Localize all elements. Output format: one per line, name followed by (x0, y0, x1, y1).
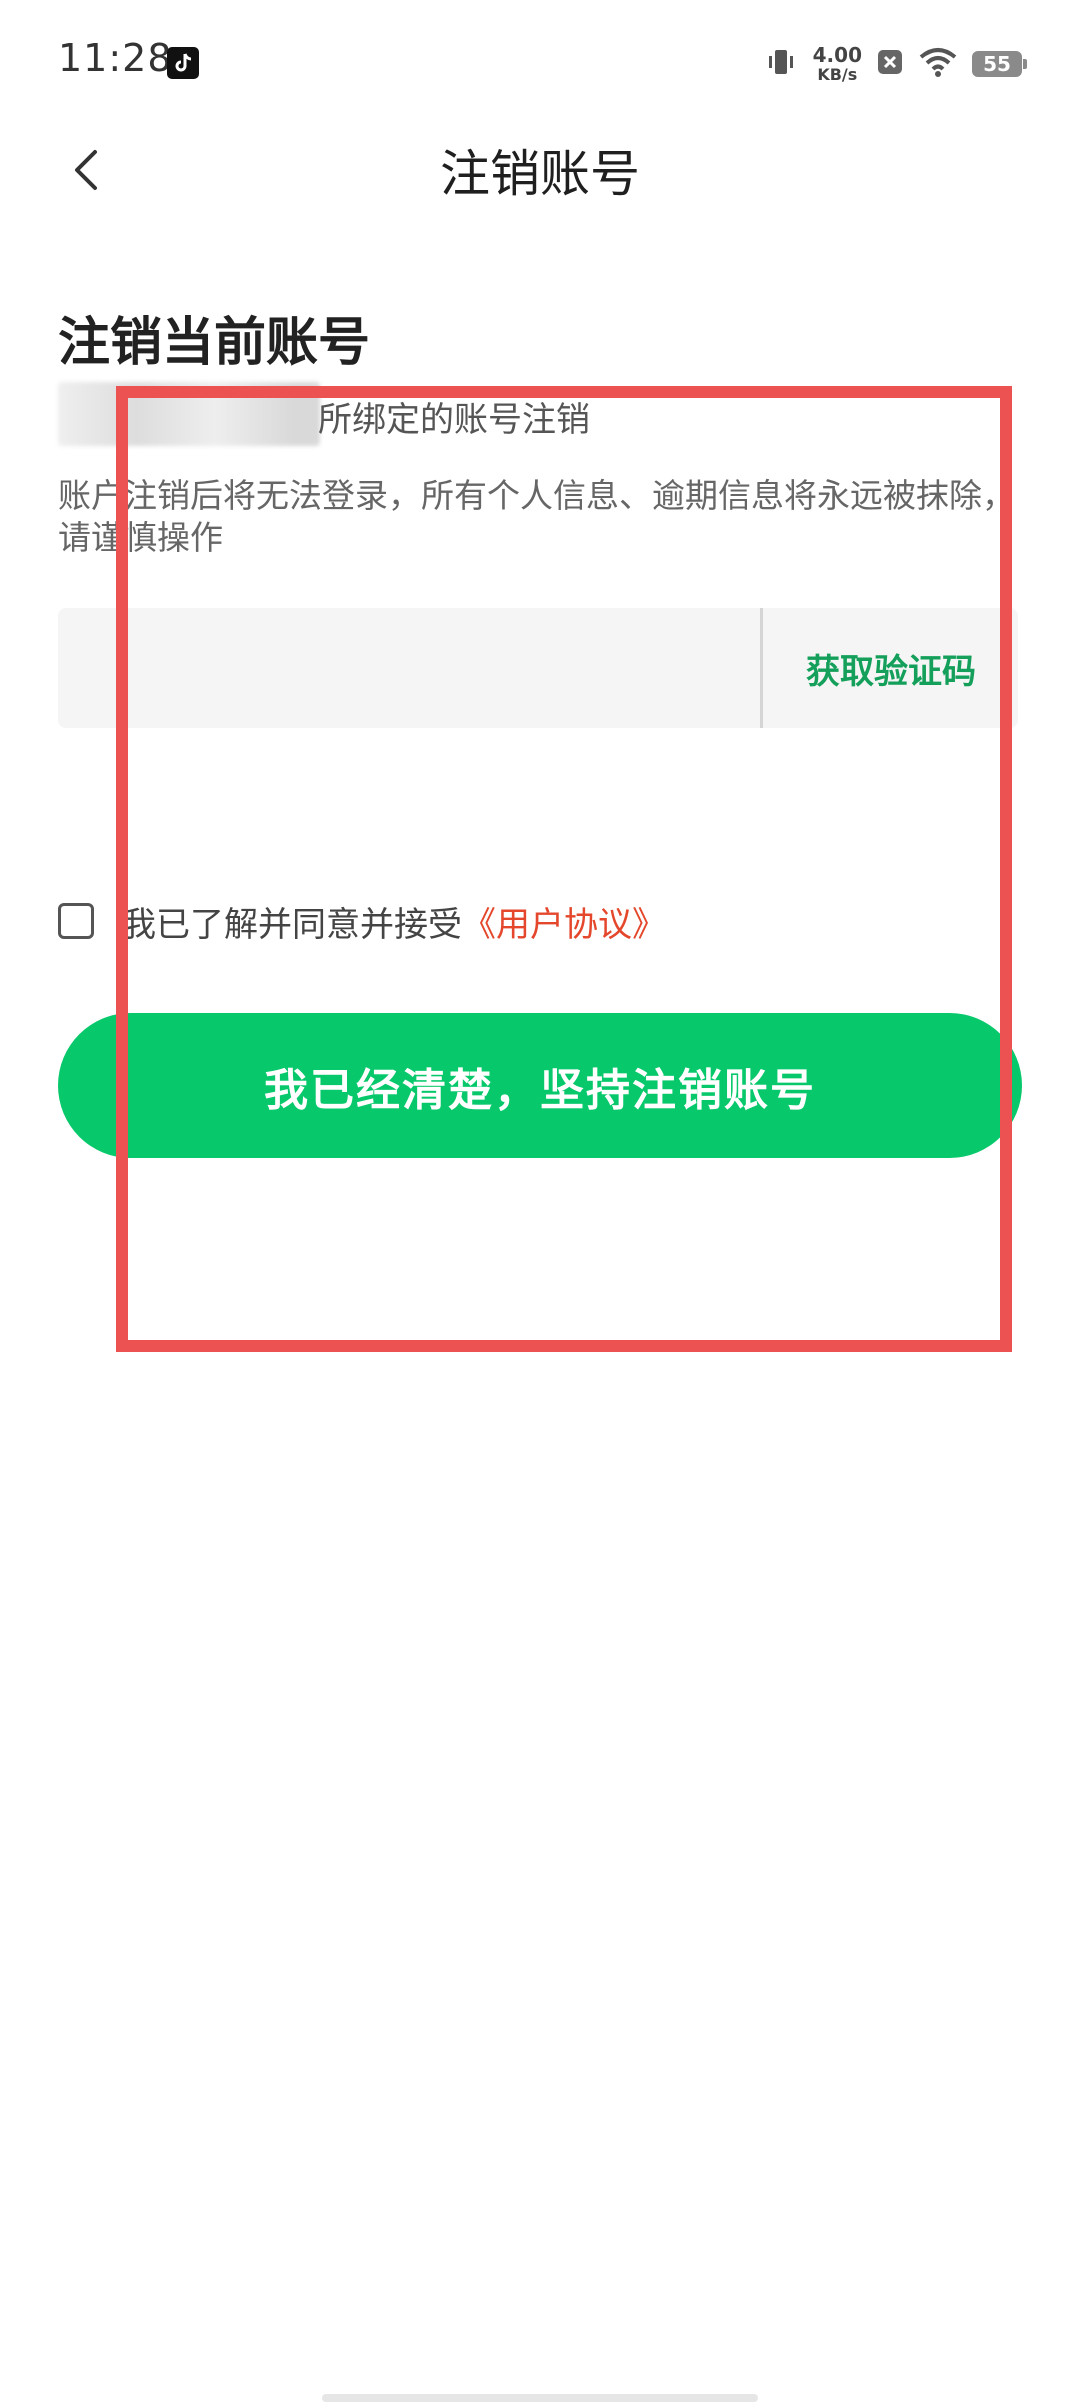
confirm-deactivate-button[interactable]: 我已经清楚，坚持注销账号 (58, 1013, 1022, 1158)
tiktok-icon (167, 47, 199, 79)
header: 注销账号 (0, 120, 1080, 220)
home-indicator (322, 2394, 758, 2402)
page-title: 注销账号 (440, 145, 640, 203)
battery-icon: 55 (972, 51, 1027, 77)
bind-description: 所绑定的账号注销 (318, 400, 590, 440)
vibrate-icon (763, 44, 799, 84)
masked-account-number (58, 382, 320, 446)
verification-code-input[interactable] (58, 608, 758, 728)
agreement-checkbox[interactable] (58, 903, 94, 939)
network-speed-value: 4.00 (812, 43, 862, 67)
divider (760, 608, 763, 728)
user-agreement-link[interactable]: 《用户协议》 (462, 897, 666, 946)
status-time: 11:28 (58, 36, 173, 80)
status-bar: 11:28 4.00 KB/s 55 (0, 0, 1080, 120)
get-code-button[interactable]: 获取验证码 (764, 608, 1018, 728)
agreement-row: 我已了解并同意并接受 《用户协议》 (58, 896, 666, 946)
section-title: 注销当前账号 (58, 313, 371, 373)
network-speed-unit: KB/s (817, 65, 858, 84)
warning-text: 账户注销后将无法登录，所有个人信息、逾期信息将永远被抹除，请谨慎操作 (58, 476, 1015, 557)
agreement-text: 我已了解并同意并接受 (122, 904, 462, 945)
wifi-icon (918, 45, 958, 83)
x-badge-icon (876, 48, 904, 80)
network-speed: 4.00 KB/s (813, 45, 862, 83)
status-icons: 4.00 KB/s 55 (763, 40, 1027, 88)
verification-code-row: 获取验证码 (58, 608, 1018, 728)
